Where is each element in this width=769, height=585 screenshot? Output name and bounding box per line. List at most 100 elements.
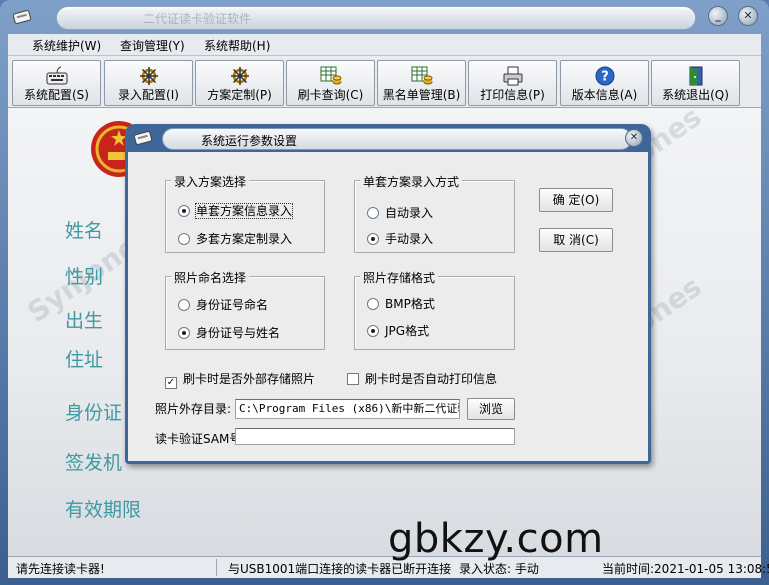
- radio-label: 手动录入: [385, 232, 434, 246]
- photo-dir-input[interactable]: C:\Program Files (x86)\新中新二代证验: [235, 399, 460, 419]
- radio-label: JPG格式: [385, 324, 430, 338]
- entry-config-button[interactable]: 录入配置(I): [104, 60, 193, 106]
- radio-label: 多套方案定制录入: [196, 232, 293, 246]
- photo-dir-label: 照片外存目录:: [155, 402, 232, 416]
- menu-system-maintenance[interactable]: 系统维护(W): [32, 37, 101, 54]
- checkbox-indicator: [347, 373, 359, 385]
- photo-naming-group: 照片命名选择 身份证号命名 身份证号与姓名: [165, 269, 325, 350]
- card-field-name: 姓名: [65, 220, 104, 242]
- title-capsule: 二代证读卡验证软件: [56, 6, 696, 30]
- card-field-issuer: 签发机: [65, 452, 123, 474]
- toolbar-label: 黑名单管理(B): [382, 88, 461, 102]
- browse-button[interactable]: 浏览: [467, 398, 515, 420]
- version-info-button[interactable]: ? 版本信息(A): [560, 60, 649, 106]
- sam-input[interactable]: [235, 428, 515, 445]
- radio-label: 单套方案信息录入: [194, 203, 294, 219]
- status-bar: 请先连接读卡器! 与USB1001端口连接的读卡器已断开连接 录入状态: 手动 …: [8, 556, 769, 578]
- system-exit-button[interactable]: 系统退出(Q): [651, 60, 740, 106]
- radio-single-scheme[interactable]: 单套方案信息录入: [178, 202, 294, 219]
- cancel-button[interactable]: 取 消(C): [539, 228, 613, 252]
- toolbar: 系统配置(S) 录入配置(I) 方案定制(P) 刷卡查询(C) 黑名单管理(B)…: [8, 56, 761, 108]
- menu-query-management[interactable]: 查询管理(Y): [120, 37, 185, 54]
- radio-label: 身份证号与姓名: [196, 326, 281, 340]
- toolbar-label: 系统配置(S): [24, 88, 89, 102]
- app-icon: [12, 10, 32, 24]
- grid-database-icon: [411, 66, 433, 85]
- card-query-button[interactable]: 刷卡查询(C): [286, 60, 375, 106]
- card-field-id-number: 身份证: [65, 402, 123, 424]
- help-icon: ?: [595, 66, 615, 86]
- ok-button[interactable]: 确 定(O): [539, 188, 613, 212]
- sam-label: 读卡验证SAM号: [155, 432, 242, 446]
- toolbar-label: 录入配置(I): [118, 88, 179, 102]
- group-title: 照片存储格式: [360, 269, 439, 286]
- photo-format-group: 照片存储格式 BMP格式 JPG格式: [354, 269, 515, 350]
- group-title: 单套方案录入方式: [360, 173, 463, 190]
- system-config-button[interactable]: 系统配置(S): [12, 60, 101, 106]
- dialog-app-icon: [133, 131, 153, 145]
- radio-multi-scheme[interactable]: 多套方案定制录入: [178, 230, 292, 247]
- toolbar-label: 系统退出(Q): [662, 88, 729, 102]
- radio-indicator: [178, 233, 190, 245]
- radio-bmp-format[interactable]: BMP格式: [367, 295, 435, 312]
- radio-indicator: [178, 205, 190, 217]
- group-title: 录入方案选择: [171, 173, 250, 190]
- radio-indicator: [367, 298, 379, 310]
- toolbar-label: 版本信息(A): [571, 88, 638, 102]
- status-time: 当前时间:2021-01-05 13:08:58: [602, 562, 769, 576]
- radio-indicator: [367, 325, 379, 337]
- window-title: 二代证读卡验证软件: [142, 12, 251, 26]
- radio-label: 身份证号命名: [196, 298, 269, 312]
- site-watermark: gbkzy.com: [388, 516, 604, 562]
- auto-print-checkbox[interactable]: 刷卡时是否自动打印信息: [347, 370, 497, 387]
- ship-wheel-icon: [231, 67, 249, 85]
- checkbox-label: 刷卡时是否自动打印信息: [365, 372, 498, 386]
- entry-mode-group: 单套方案录入方式 自动录入 手动录入: [354, 173, 515, 253]
- radio-indicator: [367, 207, 379, 219]
- radio-name-by-id[interactable]: 身份证号命名: [178, 296, 268, 313]
- minimize-button[interactable]: _: [708, 6, 728, 26]
- dialog-close-button[interactable]: ✕: [625, 129, 643, 147]
- group-title: 照片命名选择: [171, 269, 250, 286]
- radio-jpg-format[interactable]: JPG格式: [367, 322, 429, 339]
- checkbox-indicator: ✓: [165, 377, 177, 389]
- status-entry-state: 录入状态: 手动: [459, 562, 539, 576]
- dialog-title-bar[interactable]: 系统运行参数设置: [162, 128, 632, 150]
- settings-dialog: 系统运行参数设置 ✕ 录入方案选择 单套方案信息录入 多套方案定制录入 单套方案…: [125, 124, 651, 464]
- radio-indicator: [178, 327, 190, 339]
- card-field-gender: 性别: [65, 266, 104, 288]
- checkbox-label: 刷卡时是否外部存储照片: [183, 372, 316, 386]
- radio-indicator: [178, 299, 190, 311]
- close-button[interactable]: ✕: [738, 6, 758, 26]
- toolbar-label: 方案定制(P): [207, 88, 272, 102]
- status-reader: 与USB1001端口连接的读卡器已断开连接: [228, 562, 452, 576]
- menu-system-help[interactable]: 系统帮助(H): [204, 37, 270, 54]
- scheme-custom-button[interactable]: 方案定制(P): [195, 60, 284, 106]
- radio-label: 自动录入: [385, 206, 434, 220]
- svg-text:?: ?: [601, 70, 609, 85]
- radio-indicator: [367, 233, 379, 245]
- status-separator: [216, 559, 217, 576]
- status-connection: 请先连接读卡器!: [16, 562, 105, 576]
- external-photo-checkbox[interactable]: ✓ 刷卡时是否外部存储照片: [165, 370, 315, 389]
- card-field-birth: 出生: [65, 310, 104, 332]
- printer-icon: [503, 66, 523, 86]
- card-field-address: 住址: [65, 349, 104, 371]
- keyboard-icon: [46, 66, 68, 85]
- ship-wheel-icon: [140, 67, 158, 85]
- title-bar[interactable]: 二代证读卡验证软件 _ ✕: [0, 0, 769, 34]
- radio-auto-entry[interactable]: 自动录入: [367, 204, 433, 221]
- radio-label: BMP格式: [385, 297, 435, 311]
- blacklist-button[interactable]: 黑名单管理(B): [377, 60, 466, 106]
- entry-scheme-group: 录入方案选择 单套方案信息录入 多套方案定制录入: [165, 173, 325, 253]
- toolbar-label: 刷卡查询(C): [297, 88, 364, 102]
- dialog-body: 录入方案选择 单套方案信息录入 多套方案定制录入 单套方案录入方式 自动录入 手…: [128, 152, 648, 461]
- radio-manual-entry[interactable]: 手动录入: [367, 230, 433, 247]
- grid-database-icon: [320, 66, 342, 85]
- menu-bar: 系统维护(W) 查询管理(Y) 系统帮助(H): [8, 34, 761, 56]
- exit-door-icon: [689, 66, 703, 86]
- toolbar-label: 打印信息(P): [480, 88, 545, 102]
- card-field-validity: 有效期限: [65, 499, 142, 521]
- print-info-button[interactable]: 打印信息(P): [468, 60, 557, 106]
- radio-name-by-id-and-name[interactable]: 身份证号与姓名: [178, 324, 280, 341]
